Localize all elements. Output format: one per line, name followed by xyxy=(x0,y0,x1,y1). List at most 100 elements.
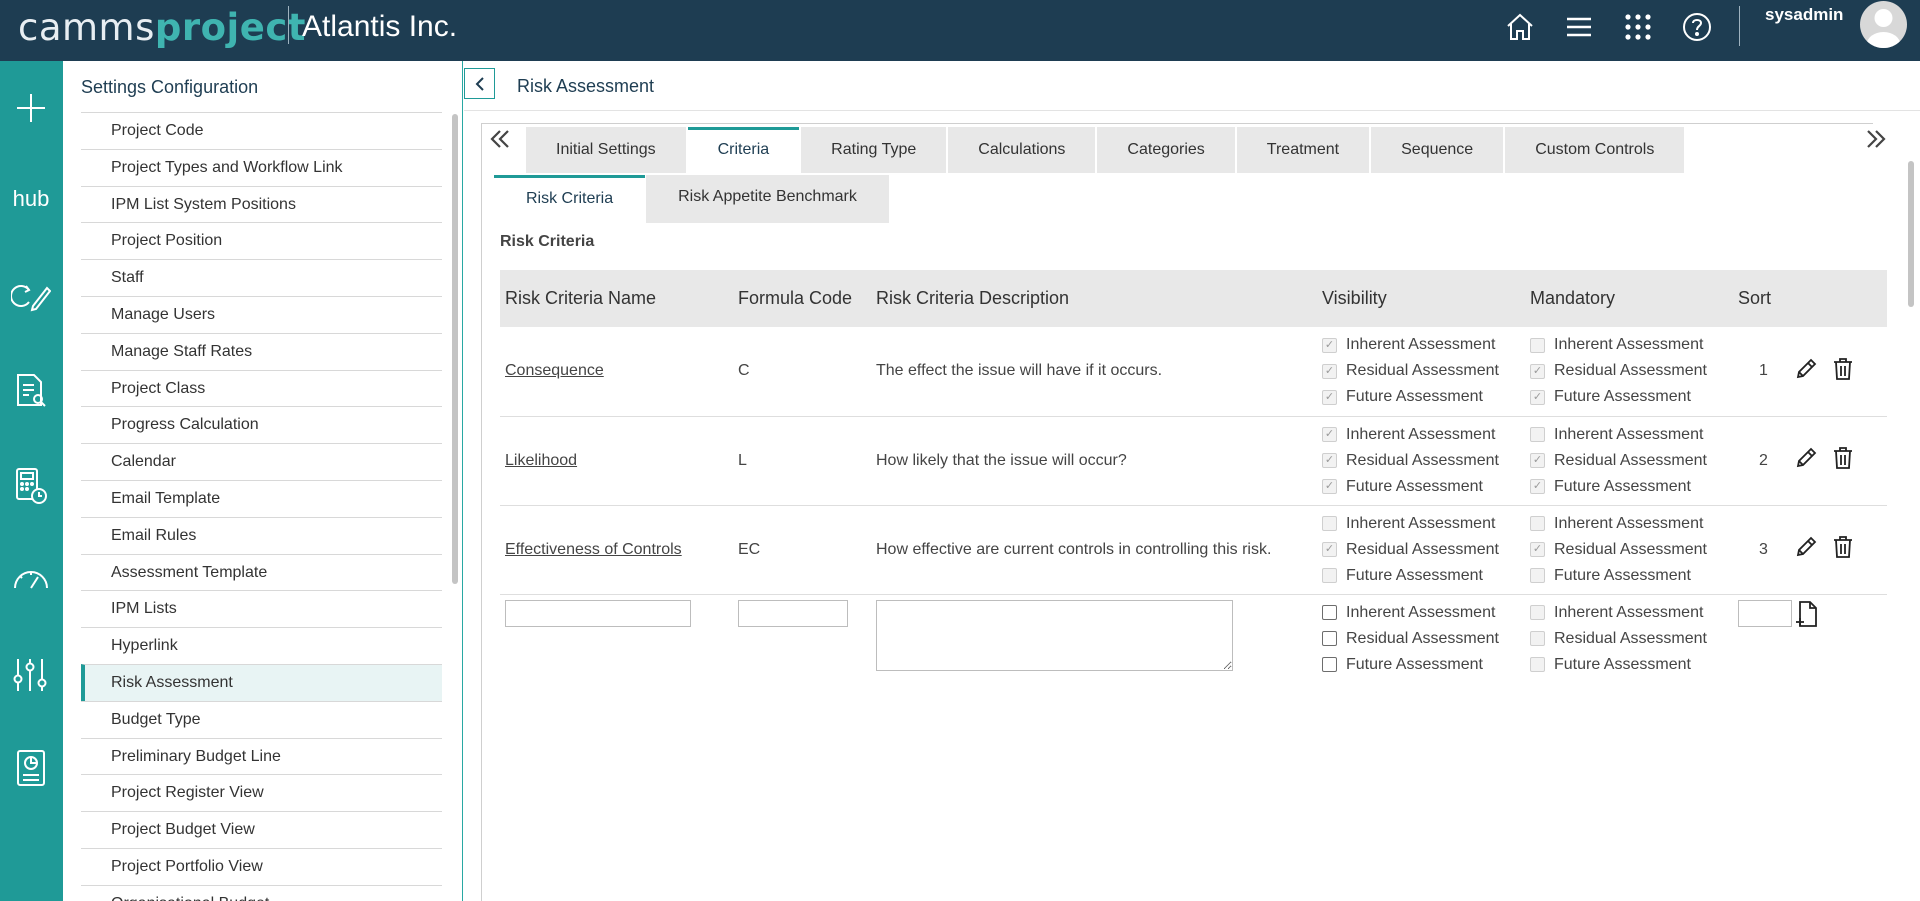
checkbox[interactable] xyxy=(1322,605,1337,620)
left-rail: hub xyxy=(0,61,63,901)
mandatory-inherent: Inherent Assessment xyxy=(1530,511,1733,537)
tab-rating-type[interactable]: Rating Type xyxy=(801,127,947,173)
settings-sliders-icon[interactable] xyxy=(10,654,52,696)
settings-item-calendar[interactable]: Calendar xyxy=(81,443,442,480)
subtab-strip: Risk Criteria Risk Appetite Benchmark xyxy=(494,175,890,223)
settings-item-preliminary-budget-line[interactable]: Preliminary Budget Line xyxy=(81,737,442,775)
settings-item-staff[interactable]: Staff xyxy=(81,259,442,296)
new-visibility-inherent[interactable]: Inherent Assessment xyxy=(1322,600,1525,626)
delete-trash-icon[interactable] xyxy=(1832,535,1854,564)
criteria-link-consequence[interactable]: Consequence xyxy=(505,362,604,379)
settings-item-project-class[interactable]: Project Class xyxy=(81,369,442,407)
settings-item-manage-staff-rates[interactable]: Manage Staff Rates xyxy=(81,332,442,370)
settings-item-project-budget-view[interactable]: Project Budget View xyxy=(81,811,442,848)
checkbox-label: Residual Assessment xyxy=(1554,451,1707,469)
settings-item-hyperlink[interactable]: Hyperlink xyxy=(81,627,442,664)
main-scrollbar[interactable] xyxy=(1908,161,1914,307)
menu-icon[interactable] xyxy=(1562,10,1596,44)
add-document-icon[interactable] xyxy=(1794,600,1820,632)
settings-item-email-template[interactable]: Email Template xyxy=(81,479,442,517)
sort-value: 1 xyxy=(1733,327,1789,417)
new-sort-input[interactable] xyxy=(1738,599,1792,627)
mandatory-future: Future Assessment xyxy=(1530,384,1733,410)
header-risk-criteria-name[interactable]: Risk Criteria Name xyxy=(500,270,733,327)
checkbox xyxy=(1530,568,1545,583)
document-search-icon[interactable] xyxy=(10,370,52,412)
checkbox xyxy=(1530,479,1545,494)
settings-item-project-register-view[interactable]: Project Register View xyxy=(81,774,442,811)
criteria-link-effectiveness[interactable]: Effectiveness of Controls xyxy=(505,541,682,558)
risk-criteria-table: Risk Criteria Name Formula Code Risk Cri… xyxy=(500,270,1887,678)
checkbox xyxy=(1322,542,1337,557)
add-icon[interactable] xyxy=(10,87,52,129)
settings-item-progress-calculation[interactable]: Progress Calculation xyxy=(81,406,442,443)
formula-code: L xyxy=(733,416,871,506)
settings-item-project-position[interactable]: Project Position xyxy=(81,222,442,259)
tab-criteria[interactable]: Criteria xyxy=(687,127,800,173)
checkbox xyxy=(1530,542,1545,557)
new-description-textarea[interactable] xyxy=(876,599,1233,671)
settings-item-risk-assessment[interactable]: Risk Assessment xyxy=(81,663,442,701)
checkbox xyxy=(1530,605,1545,620)
help-icon[interactable] xyxy=(1680,10,1714,44)
visibility-future: Future Assessment xyxy=(1322,563,1525,589)
settings-item-assessment-template[interactable]: Assessment Template xyxy=(81,553,442,591)
edit-pencil-icon[interactable] xyxy=(1794,535,1818,564)
header-description[interactable]: Risk Criteria Description xyxy=(871,270,1317,327)
sidebar-scrollbar[interactable] xyxy=(452,114,458,584)
gauge-icon[interactable] xyxy=(10,558,52,600)
checkbox-label: Future Assessment xyxy=(1346,477,1483,495)
subtab-risk-criteria[interactable]: Risk Criteria xyxy=(494,175,646,223)
settings-item-ipm-lists[interactable]: IPM Lists xyxy=(81,590,442,627)
delete-trash-icon[interactable] xyxy=(1832,357,1854,386)
table-row: Consequence C The effect the issue will … xyxy=(500,327,1887,417)
tab-calculations[interactable]: Calculations xyxy=(948,127,1096,173)
edit-cycle-icon[interactable] xyxy=(10,275,52,317)
new-visibility-residual[interactable]: Residual Assessment xyxy=(1322,626,1525,652)
checkbox-label: Residual Assessment xyxy=(1554,629,1707,647)
edit-pencil-icon[interactable] xyxy=(1794,357,1818,386)
settings-item-ipm-list-positions[interactable]: IPM List System Positions xyxy=(81,185,442,223)
new-criteria-name-input[interactable] xyxy=(505,599,691,627)
checkbox-label: Residual Assessment xyxy=(1346,362,1499,380)
tab-sequence[interactable]: Sequence xyxy=(1371,127,1504,173)
avatar[interactable] xyxy=(1860,1,1907,48)
checkbox xyxy=(1322,427,1337,442)
delete-trash-icon[interactable] xyxy=(1832,446,1854,475)
tab-treatment[interactable]: Treatment xyxy=(1236,127,1370,173)
tab-categories[interactable]: Categories xyxy=(1097,127,1235,173)
settings-item-project-code[interactable]: Project Code xyxy=(81,112,442,149)
username[interactable]: sysadmin xyxy=(1765,5,1843,25)
calculator-clock-icon[interactable] xyxy=(10,465,52,507)
header-sort[interactable]: Sort xyxy=(1733,270,1789,327)
tab-custom-controls[interactable]: Custom Controls xyxy=(1505,127,1685,173)
checkbox-label: Residual Assessment xyxy=(1554,540,1707,558)
report-icon[interactable] xyxy=(10,747,52,789)
criteria-link-likelihood[interactable]: Likelihood xyxy=(505,452,577,469)
apps-grid-icon[interactable] xyxy=(1621,10,1655,44)
checkbox-label: Future Assessment xyxy=(1346,566,1483,584)
home-icon[interactable] xyxy=(1503,10,1537,44)
back-button[interactable] xyxy=(464,68,495,99)
checkbox-label: Inherent Assessment xyxy=(1346,336,1496,354)
new-visibility-future[interactable]: Future Assessment xyxy=(1322,652,1525,678)
header-formula-code[interactable]: Formula Code xyxy=(733,270,871,327)
settings-item-budget-type[interactable]: Budget Type xyxy=(81,700,442,738)
tabs-next-icon[interactable] xyxy=(1860,124,1892,154)
tab-initial-settings[interactable]: Initial Settings xyxy=(526,127,686,173)
hub-icon[interactable]: hub xyxy=(10,178,52,220)
settings-item-email-rules[interactable]: Email Rules xyxy=(81,516,442,554)
edit-pencil-icon[interactable] xyxy=(1794,446,1818,475)
tabs-prev-icon[interactable] xyxy=(484,124,516,154)
subtab-risk-appetite-benchmark[interactable]: Risk Appetite Benchmark xyxy=(646,175,889,223)
app-logo[interactable]: cammsproject xyxy=(18,6,306,49)
settings-item-project-portfolio-view[interactable]: Project Portfolio View xyxy=(81,847,442,885)
settings-item-project-types[interactable]: Project Types and Workflow Link xyxy=(81,148,442,186)
settings-item-manage-users[interactable]: Manage Users xyxy=(81,295,442,333)
tab-strip: Initial Settings Criteria Rating Type Ca… xyxy=(526,127,1710,173)
sort-value: 3 xyxy=(1733,505,1789,595)
new-formula-code-input[interactable] xyxy=(738,599,848,627)
settings-item-organisational-budget[interactable]: Organisational Budget xyxy=(81,884,442,901)
checkbox[interactable] xyxy=(1322,631,1337,646)
checkbox[interactable] xyxy=(1322,657,1337,672)
